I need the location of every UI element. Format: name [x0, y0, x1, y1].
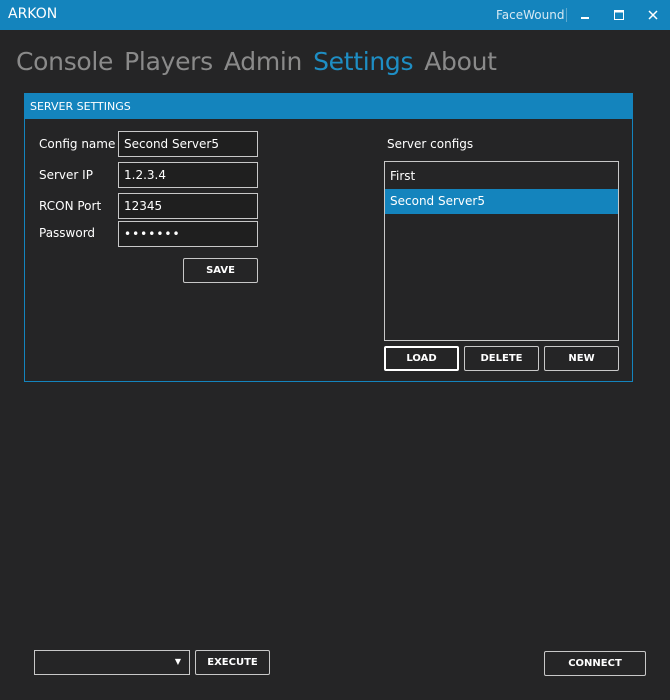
- tab-console[interactable]: Console: [16, 44, 113, 80]
- new-button[interactable]: NEW: [544, 346, 619, 371]
- load-button[interactable]: LOAD: [384, 346, 459, 371]
- delete-button[interactable]: DELETE: [464, 346, 539, 371]
- server-configs-list[interactable]: First Second Server5: [384, 161, 619, 341]
- password-label: Password: [39, 226, 96, 240]
- app-title: ARKON: [8, 6, 58, 22]
- command-dropdown[interactable]: ▼: [34, 650, 190, 675]
- list-item[interactable]: First: [385, 164, 618, 189]
- server-configs-label: Server configs: [387, 137, 474, 151]
- title-bar: ARKON FaceWound: [0, 0, 670, 30]
- tab-players[interactable]: Players: [124, 44, 213, 80]
- config-name-label: Config name: [39, 137, 116, 151]
- tab-settings[interactable]: Settings: [313, 44, 413, 80]
- password-field[interactable]: [118, 221, 258, 247]
- server-settings-header: SERVER SETTINGS: [24, 93, 633, 119]
- connect-button[interactable]: CONNECT: [544, 651, 646, 676]
- minimize-icon[interactable]: [570, 0, 600, 30]
- main-tabs: Console Players Admin Settings About: [16, 44, 497, 80]
- rcon-port-label: RCON Port: [39, 199, 102, 213]
- execute-button[interactable]: EXECUTE: [195, 650, 270, 675]
- close-icon[interactable]: [638, 0, 668, 30]
- tab-about[interactable]: About: [424, 44, 497, 80]
- server-ip-field[interactable]: [118, 162, 258, 188]
- rcon-port-field[interactable]: [118, 193, 258, 219]
- chevron-down-icon: ▼: [174, 657, 181, 666]
- server-settings-title: SERVER SETTINGS: [30, 100, 131, 113]
- title-separator: [566, 8, 567, 22]
- user-name: FaceWound: [496, 8, 565, 22]
- tab-admin[interactable]: Admin: [224, 44, 302, 80]
- list-item[interactable]: Second Server5: [385, 189, 618, 214]
- maximize-icon[interactable]: [604, 0, 634, 30]
- save-button[interactable]: SAVE: [183, 258, 258, 283]
- server-ip-label: Server IP: [39, 168, 93, 182]
- config-name-field[interactable]: [118, 131, 258, 157]
